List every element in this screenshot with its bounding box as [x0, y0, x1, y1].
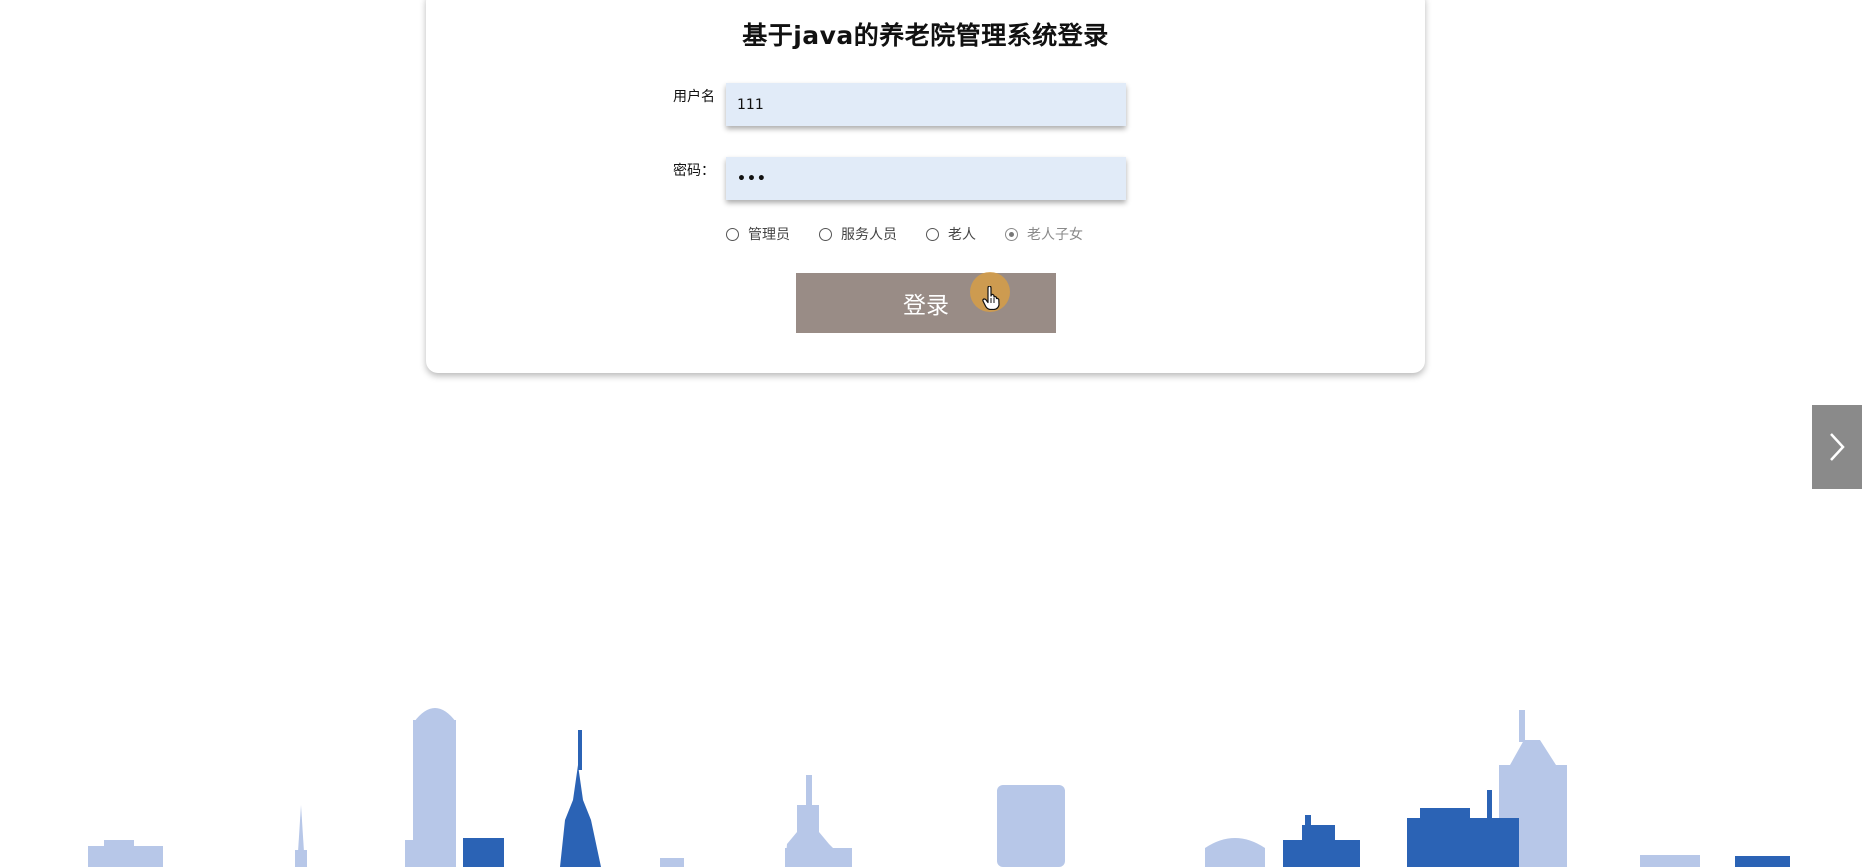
role-label-service-staff: 服务人员: [841, 227, 897, 243]
role-option-service-staff[interactable]: 服务人员: [819, 224, 897, 244]
radio-button-elder[interactable]: [926, 227, 939, 241]
login-button[interactable]: 登录: [796, 273, 1056, 333]
password-label: 密码：: [673, 163, 715, 179]
page-title: 基于java的养老院管理系统登录: [742, 21, 1109, 50]
role-label-elder: 老人: [948, 227, 976, 243]
radio-button-admin[interactable]: [726, 227, 739, 241]
username-label: 用户名: [673, 89, 715, 105]
password-input[interactable]: [726, 157, 1126, 200]
city-skyline-illustration: [88, 708, 1790, 867]
role-label-admin: 管理员: [748, 227, 790, 243]
role-radio-group: 管理员 服务人员 老人 老人子女: [726, 224, 1112, 244]
role-option-elder-children[interactable]: 老人子女: [1005, 224, 1083, 244]
radio-button-elder-children[interactable]: [1005, 227, 1018, 241]
login-card: 基于java的养老院管理系统登录 用户名 密码： 管理员 服务人员 老人 老人子…: [426, 0, 1425, 373]
role-option-elder[interactable]: 老人: [926, 224, 976, 244]
radio-button-service-staff[interactable]: [819, 227, 832, 241]
carousel-next-button[interactable]: [1812, 405, 1862, 489]
role-label-elder-children: 老人子女: [1027, 227, 1083, 243]
username-input[interactable]: [726, 83, 1126, 126]
chevron-right-icon: [1830, 433, 1845, 461]
login-button-label: 登录: [903, 293, 949, 319]
role-option-admin[interactable]: 管理员: [726, 224, 790, 244]
hand-pointer-icon: [982, 286, 1000, 310]
